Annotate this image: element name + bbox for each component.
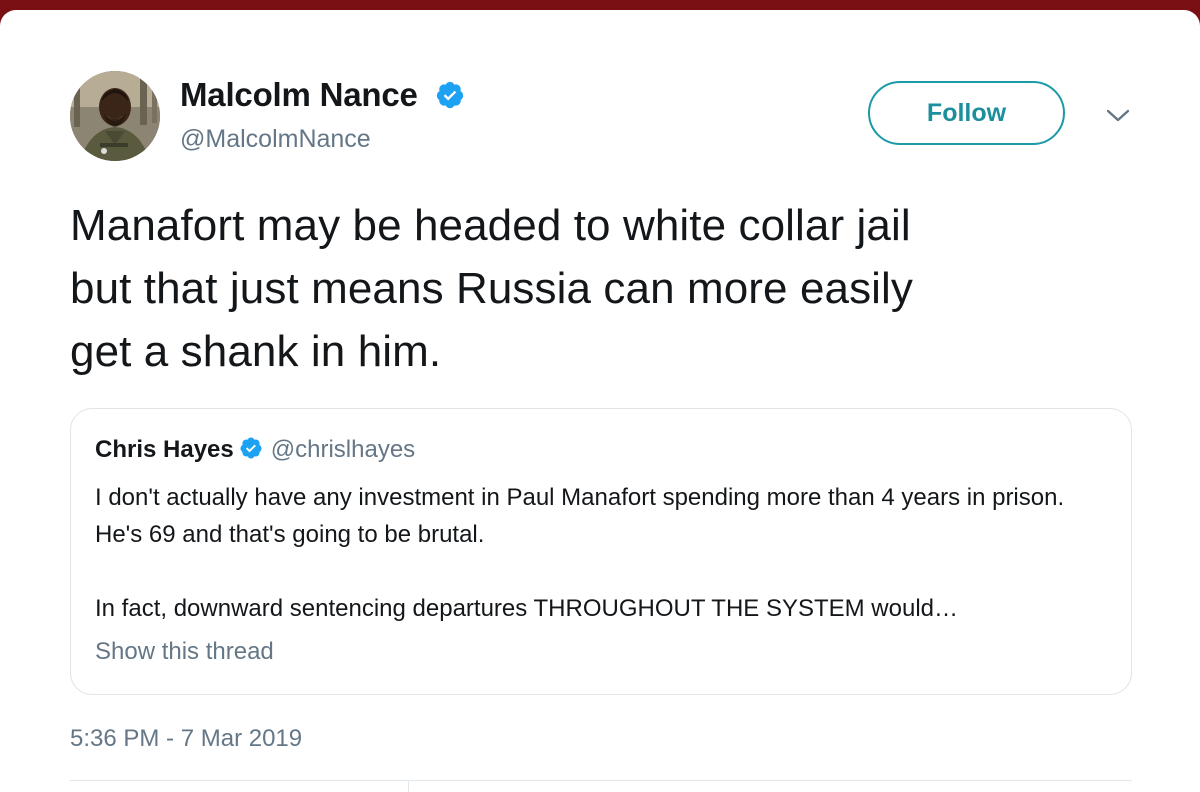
tweet-timestamp[interactable]: 5:36 PM - 7 Mar 2019: [70, 725, 302, 753]
quoted-tweet-header: Chris Hayes @chrislhayes: [95, 436, 415, 467]
tweet-card: Malcolm Nance @MalcolmNance Follow Manaf…: [0, 10, 1200, 792]
quoted-author-handle: @chrislhayes: [270, 436, 416, 463]
tweet-text: Manafort may be headed to white collar j…: [70, 201, 914, 376]
follow-button[interactable]: Follow: [868, 81, 1065, 145]
divider: [70, 780, 1132, 781]
quoted-paragraph: In fact, downward sentencing departures …: [95, 595, 959, 622]
verified-badge-icon: [435, 80, 465, 118]
verified-badge-icon: [239, 436, 263, 467]
author-avatar[interactable]: [70, 71, 160, 161]
quoted-author-name: Chris Hayes: [95, 436, 234, 463]
author-name[interactable]: Malcolm Nance: [180, 76, 465, 118]
quoted-tweet[interactable]: Chris Hayes @chrislhayes I don't actuall…: [70, 408, 1132, 695]
quoted-tweet-text: I don't actually have any investment in …: [95, 479, 1105, 627]
author-handle[interactable]: @MalcolmNance: [180, 125, 371, 154]
show-thread-link[interactable]: Show this thread: [95, 638, 274, 666]
quoted-paragraph: I don't actually have any investment in …: [95, 484, 1065, 548]
divider: [408, 780, 409, 792]
chevron-down-icon[interactable]: [1104, 105, 1132, 125]
